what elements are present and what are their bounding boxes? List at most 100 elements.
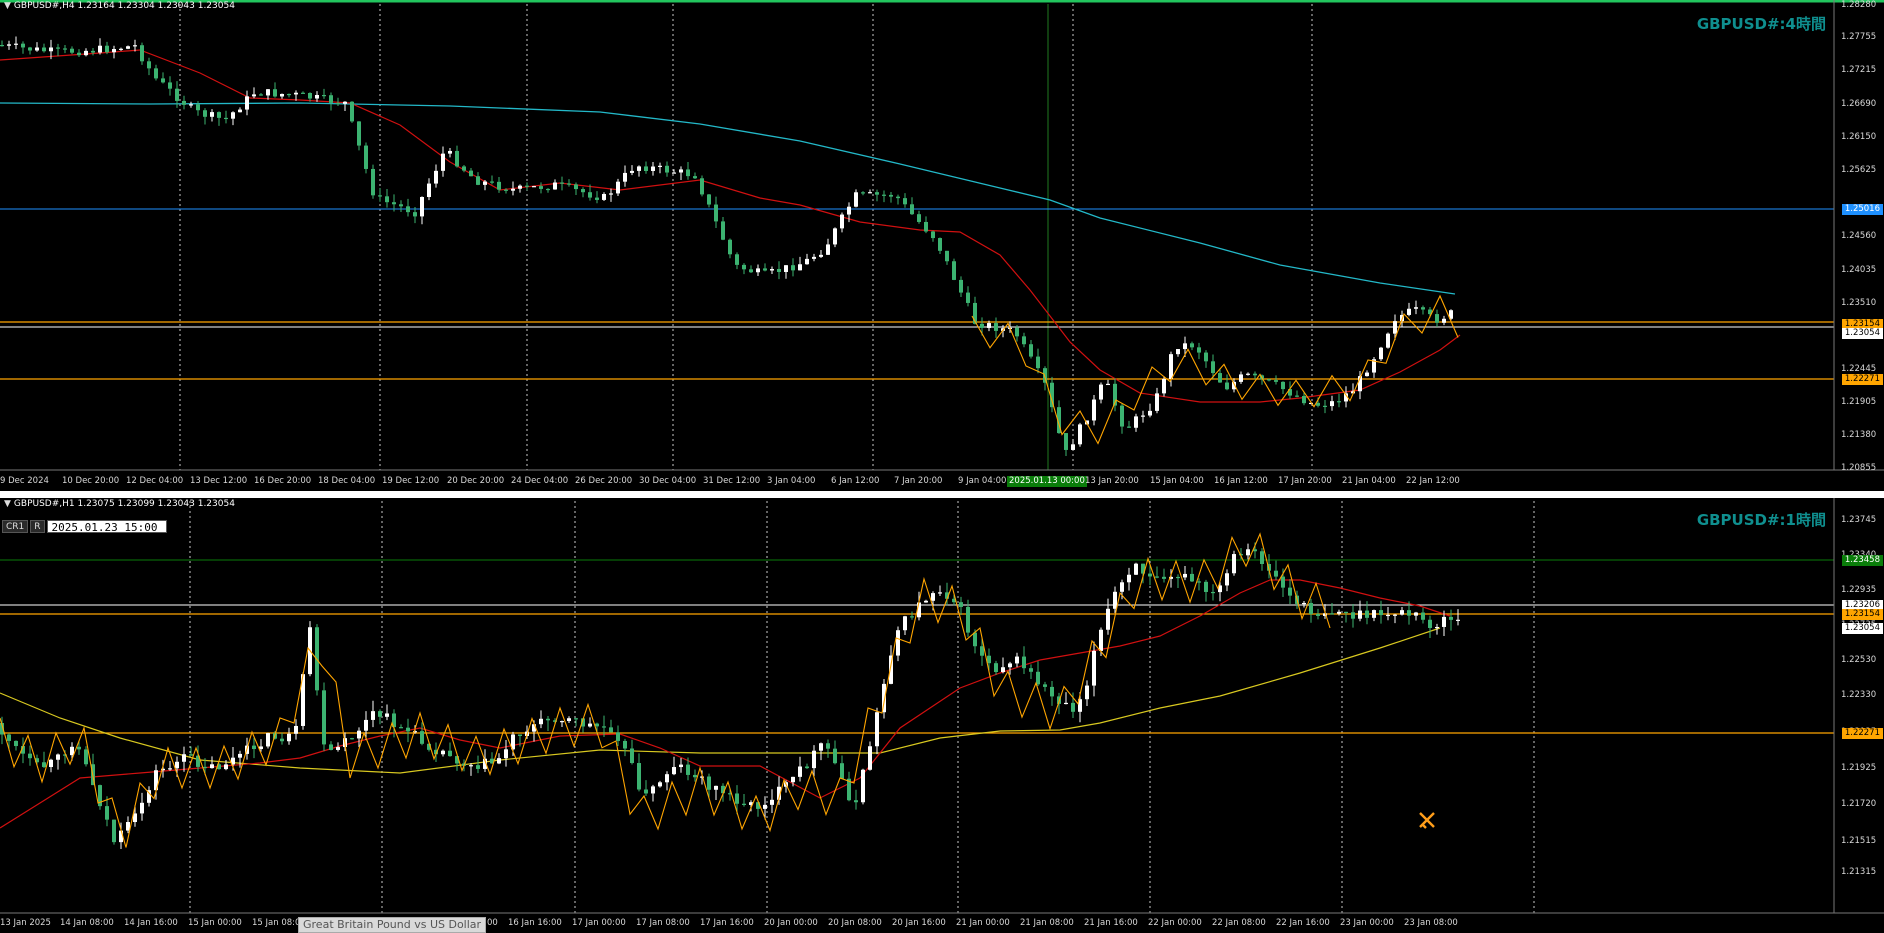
candle-body xyxy=(105,45,109,53)
price-label: 1.24035 xyxy=(1841,265,1877,275)
candle-body xyxy=(686,169,690,177)
candle-body xyxy=(553,182,557,190)
candle-body xyxy=(217,112,221,118)
candle-body xyxy=(840,763,844,779)
candle-body xyxy=(1330,613,1334,615)
candle-body xyxy=(854,192,858,207)
candle-body xyxy=(1015,656,1019,664)
candle-body xyxy=(385,713,389,717)
candle-body xyxy=(1120,582,1124,592)
candle-body xyxy=(812,750,816,769)
candle-body xyxy=(182,100,186,105)
candle-body xyxy=(399,204,403,207)
candle-body xyxy=(42,762,46,768)
price-label: 1.26690 xyxy=(1841,99,1877,109)
candle-body xyxy=(203,110,207,117)
candle-body xyxy=(637,166,641,171)
candle-body xyxy=(763,804,767,809)
candle-body xyxy=(1197,581,1201,583)
candle-body xyxy=(434,170,438,184)
time-label: 22 Jan 00:00 xyxy=(1148,918,1202,928)
candle-body xyxy=(833,228,837,245)
candle-body xyxy=(42,47,46,52)
candle-body xyxy=(966,606,970,633)
candle-body xyxy=(1407,308,1411,315)
candle-body xyxy=(420,196,424,217)
candle-body xyxy=(77,746,81,750)
cr1-button[interactable]: CR1 xyxy=(2,520,29,533)
candle-body xyxy=(112,819,116,843)
candle-body xyxy=(987,655,991,664)
candle-body xyxy=(623,172,627,182)
price-label: 1.27755 xyxy=(1841,32,1877,42)
candle-body xyxy=(70,48,74,53)
candle-body xyxy=(245,96,249,110)
collapse-arrow-icon[interactable]: ▼ xyxy=(4,499,11,509)
candle-body xyxy=(770,799,774,805)
crosshair-info-bar: CR1 R 2025.01.23 15:00 xyxy=(2,520,167,534)
candle-body xyxy=(7,44,11,46)
candle-body xyxy=(1162,576,1166,579)
candle-body xyxy=(105,806,109,820)
time-label: 7 Jan 20:00 xyxy=(894,476,943,486)
candle-body xyxy=(546,188,550,191)
candle-body xyxy=(1246,549,1250,556)
time-label: 14 Jan 16:00 xyxy=(124,918,178,928)
h1-chart-pane[interactable]: ▼ GBPUSD#,H1 1.23075 1.23099 1.23043 1.23… xyxy=(0,498,1884,932)
r-button[interactable]: R xyxy=(30,520,45,533)
pencil-ruler-icon[interactable] xyxy=(1417,810,1437,830)
candle-body xyxy=(336,747,340,750)
time-label: 21 Jan 08:00 xyxy=(1020,918,1074,928)
candle-body xyxy=(1092,650,1096,686)
candle-body xyxy=(1421,307,1425,310)
candle-body xyxy=(1092,399,1096,421)
time-label: 20 Jan 08:00 xyxy=(828,918,882,928)
candle-body xyxy=(1036,356,1040,369)
candle-body xyxy=(574,718,578,720)
candle-body xyxy=(1155,393,1159,411)
candle-body xyxy=(1274,380,1278,382)
time-label: 9 Dec 2024 xyxy=(0,476,49,486)
candle-body xyxy=(294,92,298,95)
candle-body xyxy=(448,150,452,154)
candle-body xyxy=(1225,382,1229,390)
candle-body xyxy=(462,166,466,171)
candle-body xyxy=(980,646,984,656)
candle-body xyxy=(1008,663,1012,668)
candle-body xyxy=(441,153,445,171)
time-label: 19 Dec 12:00 xyxy=(382,476,440,486)
candle-body xyxy=(1337,611,1341,614)
candle-body xyxy=(455,150,459,167)
candle-body xyxy=(112,49,116,53)
candle-body xyxy=(1442,318,1446,323)
candle-body xyxy=(707,194,711,205)
candle-body xyxy=(973,632,977,647)
candle-body xyxy=(532,186,536,188)
candle-body xyxy=(371,711,375,720)
candle-body xyxy=(966,292,970,303)
candle-body xyxy=(1106,383,1110,386)
candle-body xyxy=(791,265,795,271)
pane-separator[interactable] xyxy=(0,491,1884,498)
candle-body xyxy=(49,47,53,52)
candle-body xyxy=(1253,373,1257,376)
h1-chart-canvas[interactable] xyxy=(0,498,1884,932)
candle-body xyxy=(266,89,270,96)
candle-body xyxy=(231,112,235,119)
candle-body xyxy=(413,212,417,217)
candle-body xyxy=(637,763,641,790)
candle-body xyxy=(476,176,480,185)
candle-body xyxy=(805,258,809,265)
h4-chart-canvas[interactable] xyxy=(0,0,1884,491)
candle-body xyxy=(497,758,501,764)
candle-body xyxy=(1449,616,1453,620)
candle-body xyxy=(945,250,949,262)
h4-chart-pane[interactable]: ▼ GBPUSD#,H4 1.23164 1.23304 1.23043 1.23… xyxy=(0,0,1884,491)
candle-body xyxy=(910,204,914,215)
time-label: 17 Jan 16:00 xyxy=(700,918,754,928)
candle-body xyxy=(1393,321,1397,334)
candle-body xyxy=(847,206,851,215)
collapse-arrow-icon[interactable]: ▼ xyxy=(4,1,11,11)
candle-body xyxy=(1358,610,1362,619)
time-label: 23 Jan 00:00 xyxy=(1340,918,1394,928)
